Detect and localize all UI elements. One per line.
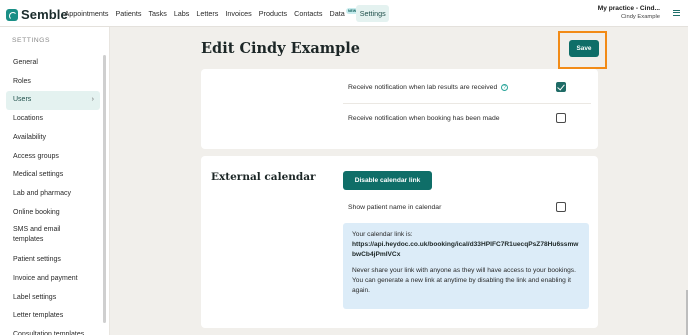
nav-tasks[interactable]: Tasks (145, 5, 170, 22)
settings-sidebar: SETTINGS General Roles Users › Locations… (0, 27, 110, 335)
sidebar-item-lab-and-pharmacy[interactable]: Lab and pharmacy (6, 185, 100, 204)
show-patient-name-label: Show patient name in calendar (348, 204, 442, 211)
calendar-link-intro: Your calendar link is: (352, 231, 413, 238)
save-button[interactable]: Save (569, 40, 599, 57)
semble-logo[interactable]: Semble (6, 7, 68, 22)
top-nav-bar: Semble Appointments Patients Tasks Labs … (0, 0, 688, 27)
nav-data[interactable]: Data NEW (326, 5, 359, 22)
sidebar-heading: SETTINGS (12, 37, 50, 44)
practice-name: My practice - Cind... (597, 5, 660, 12)
external-calendar-title: External calendar (211, 171, 316, 183)
calendar-link-url[interactable]: https://api.heydoc.co.uk/booking/ical/d3… (352, 240, 580, 260)
booking-notification-label: Receive notification when booking has be… (348, 115, 500, 122)
nav-settings[interactable]: Settings (356, 5, 390, 22)
sidebar-item-online-booking[interactable]: Online booking (6, 204, 100, 223)
nav-patients[interactable]: Patients (112, 5, 145, 22)
nav-labs[interactable]: Labs (170, 5, 193, 22)
divider (343, 103, 591, 104)
sidebar-item-letter-templates[interactable]: Letter templates (6, 307, 100, 326)
help-icon[interactable]: ? (501, 84, 509, 91)
main-content: Edit Cindy Example Save Receive notifica… (110, 27, 688, 335)
page-title: Edit Cindy Example (201, 40, 360, 57)
practice-switcher[interactable]: My practice - Cind... Cindy Example (598, 5, 660, 20)
lab-results-notification-checkbox[interactable] (556, 82, 566, 92)
sidebar-item-medical-settings[interactable]: Medical settings (6, 166, 100, 185)
sidebar-item-access-groups[interactable]: Access groups (6, 148, 100, 167)
lab-results-notification-label: Receive notification when lab results ar… (348, 84, 498, 91)
lab-results-notification-row: Receive notification when lab results ar… (348, 84, 588, 91)
calendar-link-info-box: Your calendar link is: https://api.heydo… (343, 223, 589, 309)
sidebar-item-roles[interactable]: Roles (6, 73, 100, 92)
sidebar-item-label: Users (13, 96, 32, 104)
sidebar-item-availability[interactable]: Availability (6, 129, 100, 148)
nav-invoices[interactable]: Invoices (222, 5, 255, 22)
semble-logo-icon (6, 8, 18, 21)
calendar-link-warning: Never share your link with anyone as the… (352, 267, 576, 294)
sidebar-item-locations[interactable]: Locations (6, 110, 100, 129)
nav-appointments[interactable]: Appointments (61, 5, 112, 22)
sidebar-item-patient-settings[interactable]: Patient settings (6, 251, 100, 270)
chevron-right-icon: › (91, 96, 94, 104)
sidebar-list: General Roles Users › Locations Availabi… (6, 54, 100, 335)
external-calendar-card: External calendar Disable calendar link … (201, 156, 598, 328)
hamburger-menu-icon[interactable] (673, 10, 680, 16)
sidebar-item-consultation-templates[interactable]: Consultation templates (6, 326, 100, 335)
nav-letters[interactable]: Letters (193, 5, 222, 22)
nav-products[interactable]: Products (255, 5, 290, 22)
main-nav: Appointments Patients Tasks Labs Letters… (61, 0, 390, 27)
booking-notification-checkbox[interactable] (556, 113, 566, 123)
sidebar-item-sms-email-templates[interactable]: SMS and email templates (6, 222, 76, 251)
sidebar-item-label-settings[interactable]: Label settings (6, 289, 100, 308)
notifications-card: Receive notification when lab results ar… (201, 69, 598, 149)
sidebar-item-invoice-and-payment[interactable]: Invoice and payment (6, 270, 100, 289)
nav-contacts[interactable]: Contacts (291, 5, 326, 22)
disable-calendar-link-button[interactable]: Disable calendar link (343, 171, 432, 190)
practice-user: Cindy Example (621, 14, 660, 20)
nav-data-label: Data (329, 9, 345, 18)
sidebar-item-general[interactable]: General (6, 54, 100, 73)
sidebar-scrollbar[interactable] (103, 55, 106, 323)
sidebar-item-users[interactable]: Users › (6, 91, 100, 111)
show-patient-name-checkbox[interactable] (556, 202, 566, 212)
